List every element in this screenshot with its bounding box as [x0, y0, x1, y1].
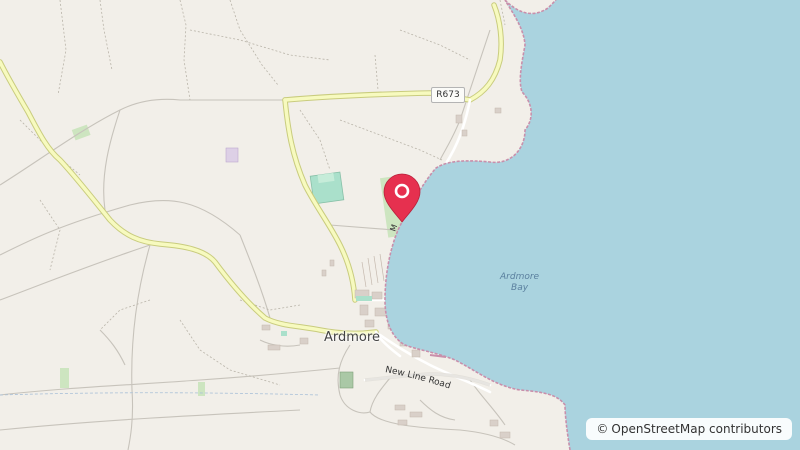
route-shield: R673: [431, 87, 465, 103]
town-label: Ardmore: [324, 330, 380, 345]
field-parcel: [198, 382, 205, 396]
map-attribution[interactable]: © OpenStreetMap contributors: [586, 418, 792, 440]
sports-pitch: [281, 331, 287, 336]
cemetery: [339, 371, 354, 389]
park-patch: [356, 296, 372, 301]
bay-label-line: Ardmore: [500, 272, 540, 282]
field-parcel: [60, 368, 69, 388]
map-view[interactable]: New Line Road M R673 Ardmore Ardmore Bay…: [0, 0, 800, 450]
bay-label-line: Bay: [511, 283, 529, 293]
attribution-text[interactable]: OpenStreetMap contributors: [611, 422, 782, 436]
building-parcel: [225, 147, 239, 163]
bay-label: Ardmore Bay: [500, 272, 539, 294]
map-canvas: New Line Road M: [0, 0, 800, 450]
copyright-icon: ©: [596, 422, 609, 436]
